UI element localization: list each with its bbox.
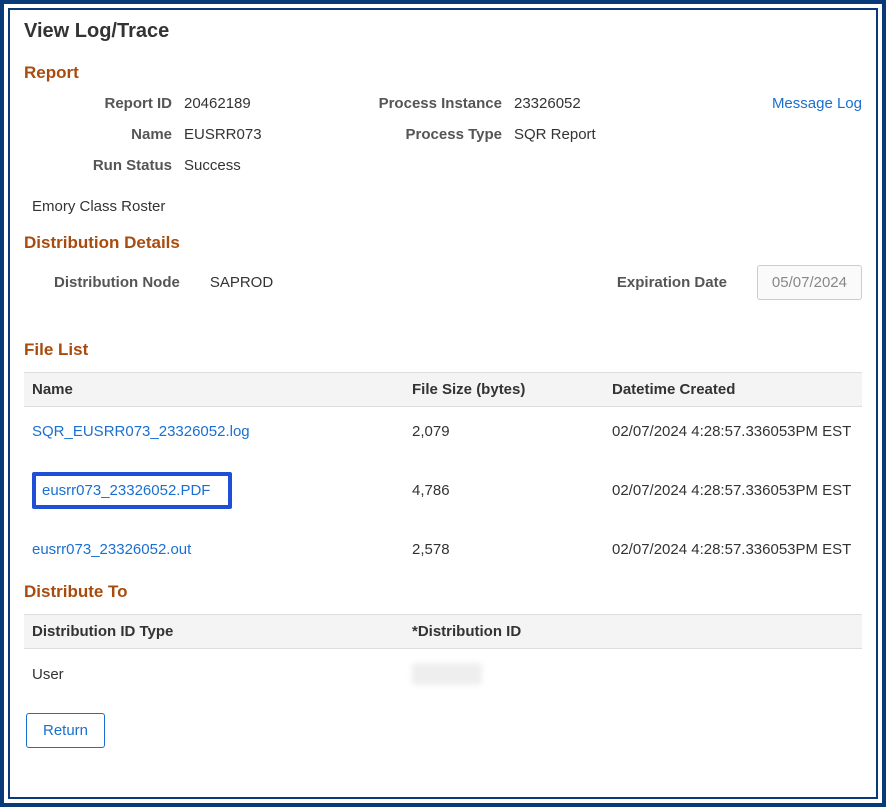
process-type-value: SQR Report <box>514 126 654 143</box>
message-log-link[interactable]: Message Log <box>654 95 862 112</box>
distribute-header-type: Distribution ID Type <box>32 623 412 640</box>
distribution-details-title: Distribution Details <box>24 233 862 253</box>
expiration-date-value: 05/07/2024 <box>757 265 862 300</box>
file-list-table: Name File Size (bytes) Datetime Created … <box>24 372 862 574</box>
process-type-label: Process Type <box>344 126 514 143</box>
file-link[interactable]: eusrr073_23326052.out <box>32 541 191 558</box>
report-id-value: 20462189 <box>184 95 344 112</box>
file-datetime: 02/07/2024 4:28:57.336053PM EST <box>612 482 854 499</box>
distribution-row: Distribution Node SAPROD Expiration Date… <box>54 265 862 300</box>
expiration-date-label: Expiration Date <box>617 274 739 291</box>
file-size: 2,578 <box>412 541 612 558</box>
report-id-label: Report ID <box>44 95 184 112</box>
report-name-value: EUSRR073 <box>184 126 344 143</box>
distribution-node-label: Distribution Node <box>54 274 192 291</box>
distribute-header-id: *Distribution ID <box>412 623 854 640</box>
run-status-value: Success <box>184 157 344 174</box>
return-button[interactable]: Return <box>26 713 105 748</box>
file-datetime: 02/07/2024 4:28:57.336053PM EST <box>612 423 854 440</box>
file-list-row: eusrr073_23326052.PDF 4,78602/07/2024 4:2… <box>24 456 862 525</box>
report-description: Emory Class Roster <box>32 198 862 215</box>
process-instance-label: Process Instance <box>344 95 514 112</box>
page-title: View Log/Trace <box>24 20 862 43</box>
file-datetime: 02/07/2024 4:28:57.336053PM EST <box>612 541 854 558</box>
file-list-row: eusrr073_23326052.out 2,57802/07/2024 4:2… <box>24 525 862 574</box>
file-link[interactable]: eusrr073_23326052.PDF <box>42 482 210 499</box>
file-list-header-name: Name <box>32 381 412 398</box>
report-summary: Report ID 20462189 Process Instance 2332… <box>44 95 862 174</box>
distribute-row: User <box>24 649 862 699</box>
file-list-header-size: File Size (bytes) <box>412 381 612 398</box>
file-size: 4,786 <box>412 482 612 499</box>
file-link[interactable]: SQR_EUSRR073_23326052.log <box>32 423 250 440</box>
file-list-row: SQR_EUSRR073_23326052.log 2,07902/07/2024… <box>24 407 862 456</box>
report-section-title: Report <box>24 63 862 83</box>
file-list-header-datetime: Datetime Created <box>612 381 854 398</box>
file-size: 2,079 <box>412 423 612 440</box>
process-instance-value: 23326052 <box>514 95 654 112</box>
file-list-title: File List <box>24 340 862 360</box>
distribute-id <box>412 663 854 685</box>
distribute-to-title: Distribute To <box>24 582 862 602</box>
distribute-type: User <box>32 666 412 683</box>
distribution-node-value: SAPROD <box>210 274 273 291</box>
report-name-label: Name <box>44 126 184 143</box>
run-status-label: Run Status <box>44 157 184 174</box>
